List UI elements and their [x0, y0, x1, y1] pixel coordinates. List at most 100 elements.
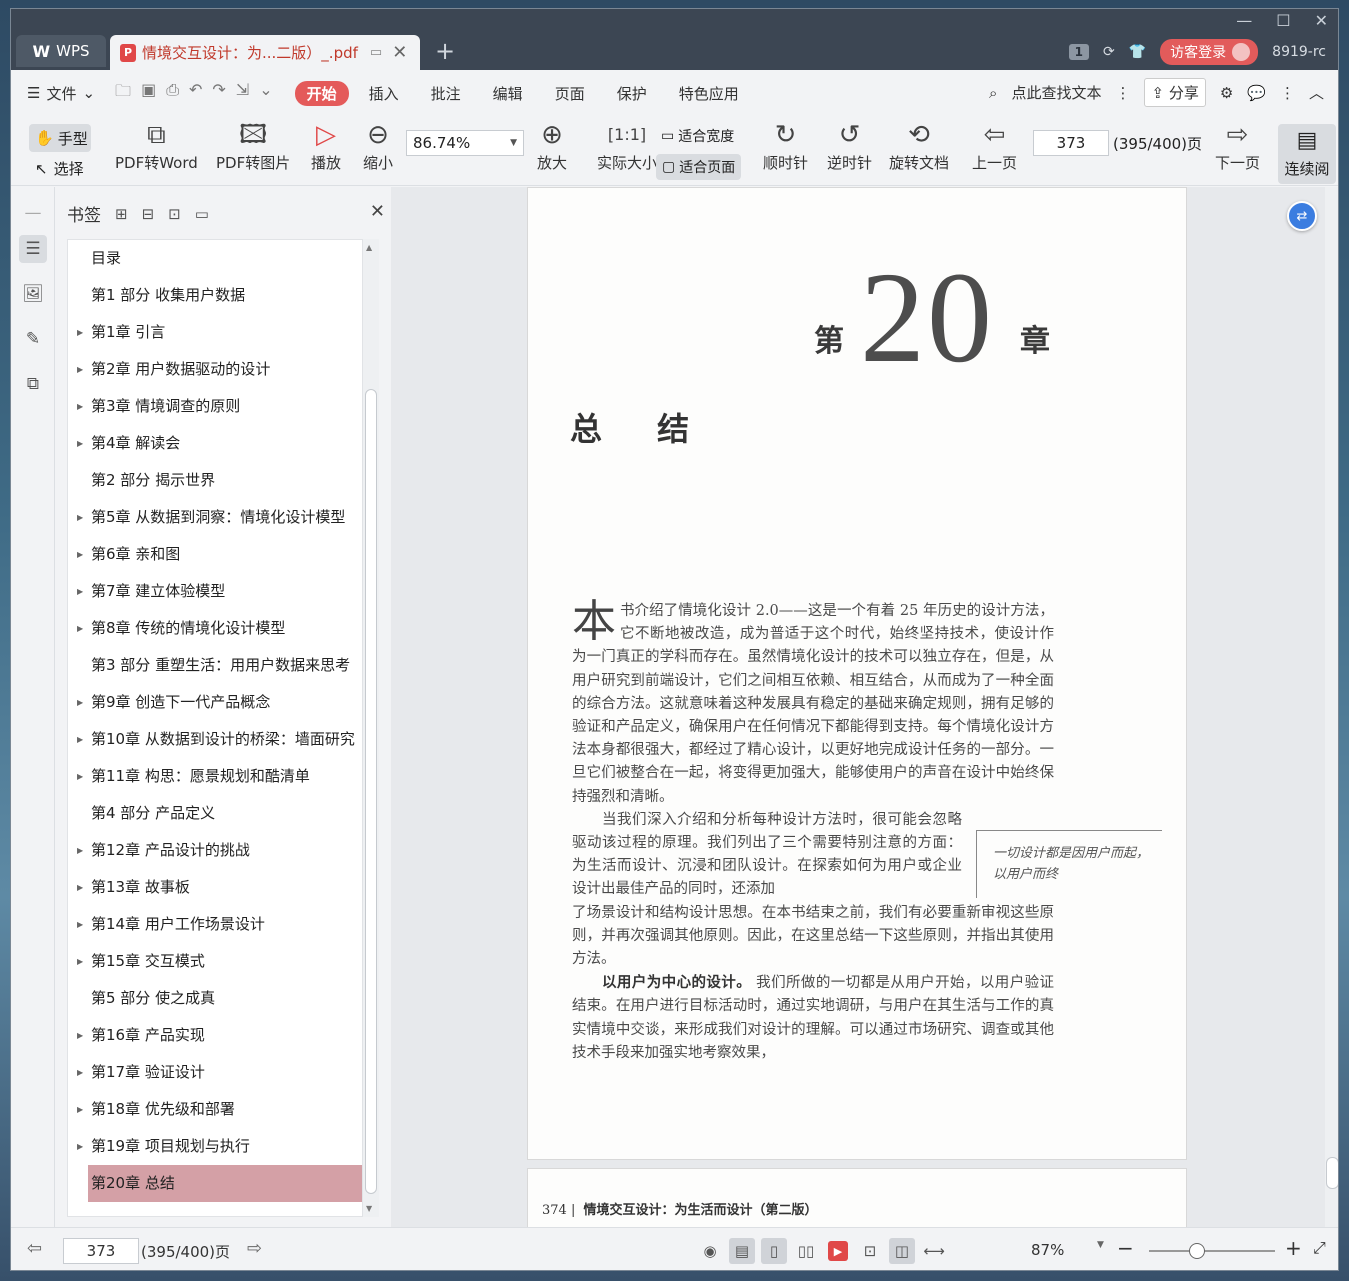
next-page-icon[interactable]: ⇨	[247, 1238, 262, 1259]
tab-monitor-icon[interactable]: ▭	[370, 45, 382, 60]
expand-arrow-icon[interactable]: ▶	[77, 832, 83, 869]
undo-icon[interactable]: ↶	[189, 80, 202, 107]
zoom-in-status-icon[interactable]: +	[1285, 1236, 1302, 1260]
file-menu[interactable]: ☰ 文件 ⌄	[27, 83, 95, 104]
play-button[interactable]: ▷ 播放	[311, 118, 341, 173]
tab-annotate[interactable]: 批注	[419, 81, 473, 106]
wps-home-tab[interactable]: W WPS	[16, 35, 106, 67]
single-page-icon[interactable]: ▯	[761, 1238, 787, 1264]
zoom-out-button[interactable]: ⊖ 缩小	[363, 118, 393, 173]
expand-all-icon[interactable]: ⊞	[115, 205, 128, 223]
double-page-icon[interactable]: ▯▯	[793, 1238, 819, 1264]
play-slideshow-icon[interactable]: ▶	[828, 1241, 848, 1261]
bookmark-item[interactable]: 第3 部分 重塑生活：用用户数据来思考	[68, 647, 362, 684]
expand-arrow-icon[interactable]: ▶	[77, 684, 83, 721]
print-icon[interactable]: ⎙	[166, 80, 179, 107]
annotation-icon[interactable]: ✎	[19, 325, 47, 353]
tab-edit[interactable]: 编辑	[481, 81, 535, 106]
fit-page-button[interactable]: ▢ 适合页面	[656, 154, 742, 180]
bookmark-item[interactable]: ▶ 第13章 故事板	[68, 869, 362, 906]
expand-arrow-icon[interactable]: ▶	[77, 943, 83, 980]
more-dropdown-icon[interactable]: ⌄	[259, 80, 272, 107]
guest-login-button[interactable]: 访客登录	[1160, 39, 1259, 65]
bookmark-item[interactable]: ▶ 第15章 交互模式	[68, 943, 362, 980]
share-button[interactable]: ⇪ 分享	[1144, 78, 1206, 107]
viewer-scroll-thumb[interactable]	[1326, 1157, 1338, 1189]
bookmark-scrollbar[interactable]: ▲ ▼	[363, 239, 379, 1217]
expand-arrow-icon[interactable]: ▶	[77, 1054, 83, 1091]
bookmark-item[interactable]: 第2 部分 揭示世界	[68, 462, 362, 499]
scroll-up-icon[interactable]: ▲	[366, 243, 372, 252]
search-icon[interactable]: ⌕	[989, 84, 997, 102]
bookmark-panel-icon[interactable]: ☰	[19, 235, 47, 263]
minimize-button[interactable]: —	[1236, 11, 1252, 30]
collapse-all-icon[interactable]: ⊟	[142, 205, 155, 223]
thumbnail-icon[interactable]: 🖼	[19, 280, 47, 308]
prev-page-button[interactable]: ⇦ 上一页	[972, 118, 1017, 173]
scroll-down-icon[interactable]: ▼	[366, 1204, 372, 1213]
bookmark-options-icon[interactable]: ▭	[195, 205, 209, 223]
eye-protect-icon[interactable]: ◉	[697, 1238, 723, 1264]
find-text-label[interactable]: 点此查找文本	[1011, 82, 1101, 103]
bookmark-item[interactable]: 第20章 总结	[88, 1165, 362, 1202]
bookmark-scroll-thumb[interactable]	[365, 389, 377, 1194]
tab-features[interactable]: 特色应用	[667, 81, 751, 106]
bookmark-item[interactable]: 第5 部分 使之成真	[68, 980, 362, 1017]
export-icon[interactable]: ⇲	[236, 80, 249, 107]
new-tab-button[interactable]: +	[435, 37, 455, 65]
tab-insert[interactable]: 插入	[357, 81, 411, 106]
page-number-input[interactable]: 373	[1033, 130, 1109, 156]
single-page-continuous-icon[interactable]: ▤	[729, 1238, 755, 1264]
expand-arrow-icon[interactable]: ▶	[77, 573, 83, 610]
tab-count-badge[interactable]: 1	[1068, 44, 1089, 60]
cloud-icon[interactable]: ⟳	[1103, 44, 1115, 60]
bookmark-item[interactable]: ▶ 第1章 引言	[68, 314, 362, 351]
bookmark-item[interactable]: ▶ 第17章 验证设计	[68, 1054, 362, 1091]
tab-protect[interactable]: 保护	[605, 81, 659, 106]
expand-arrow-icon[interactable]: ▶	[77, 1091, 83, 1128]
bookmark-item[interactable]: ▶ 第14章 用户工作场景设计	[68, 906, 362, 943]
expand-arrow-icon[interactable]: ▶	[77, 1017, 83, 1054]
expand-arrow-icon[interactable]: ▶	[77, 610, 83, 647]
viewer-scrollbar[interactable]	[1325, 187, 1338, 1227]
expand-arrow-icon[interactable]: ▶	[77, 869, 83, 906]
expand-arrow-icon[interactable]: ▶	[77, 1128, 83, 1165]
document-tab[interactable]: P 情境交互设计：为...二版）_.pdf ▭ ✕	[110, 35, 420, 70]
close-panel-icon[interactable]: ✕	[370, 201, 385, 222]
pdf-to-image-button[interactable]: 🖾 PDF转图片	[216, 118, 290, 173]
expand-arrow-icon[interactable]: ▶	[77, 906, 83, 943]
bookmark-item[interactable]: ▶ 第8章 传统的情境化设计模型	[68, 610, 362, 647]
bookmark-item[interactable]: ▶ 第9章 创造下一代产品概念	[68, 684, 362, 721]
tab-home[interactable]: 开始	[294, 80, 349, 106]
fit-page-status-icon[interactable]: ◫	[889, 1238, 915, 1264]
bookmark-item[interactable]: ▶ 第19章 项目规划与执行	[68, 1128, 362, 1165]
expand-arrow-icon[interactable]: ▶	[77, 388, 83, 425]
bookmark-item[interactable]: ▶ 第5章 从数据到洞察：情境化设计模型	[68, 499, 362, 536]
pdf-to-word-button[interactable]: ⧉ PDF转Word	[115, 118, 198, 173]
bookmark-item[interactable]: 第4 部分 产品定义	[68, 795, 362, 832]
bookmark-item[interactable]: 目录	[68, 240, 362, 277]
zoom-out-status-icon[interactable]: −	[1117, 1236, 1134, 1260]
expand-arrow-icon[interactable]: ▶	[77, 499, 83, 536]
skin-icon[interactable]: 👕	[1129, 44, 1146, 60]
expand-arrow-icon[interactable]: ▶	[77, 721, 83, 758]
bookmark-item[interactable]: ▶ 第7章 建立体验模型	[68, 573, 362, 610]
bookmark-item[interactable]: ▶ 第3章 情境调查的原则	[68, 388, 362, 425]
more-vertical-icon[interactable]: ⋮	[1115, 84, 1130, 102]
comment-icon[interactable]: 💬	[1247, 84, 1266, 102]
maximize-button[interactable]: ☐	[1276, 11, 1290, 30]
actual-size-status-icon[interactable]: ⊡	[857, 1238, 883, 1264]
fullscreen-icon[interactable]: ⤢	[1313, 1238, 1326, 1258]
expand-arrow-icon[interactable]: ▶	[77, 758, 83, 795]
bookmark-item[interactable]: ▶ 第18章 优先级和部署	[68, 1091, 362, 1128]
tab-page[interactable]: 页面	[543, 81, 597, 106]
fit-width-button[interactable]: ▭ 适合宽度	[661, 126, 734, 146]
select-tool-button[interactable]: ↖ 选择	[35, 158, 84, 179]
zoom-select[interactable]: 86.74% ▼	[406, 130, 524, 156]
rotate-clockwise-button[interactable]: ↻ 顺时针	[763, 118, 808, 173]
bookmark-item[interactable]: ▶ 第4章 解读会	[68, 425, 362, 462]
actual-size-button[interactable]: [1:1] 实际大小	[597, 118, 657, 173]
expand-arrow-icon[interactable]: ▶	[77, 351, 83, 388]
bookmark-item[interactable]: ▶ 第12章 产品设计的挑战	[68, 832, 362, 869]
zoom-slider-knob[interactable]	[1189, 1243, 1205, 1259]
